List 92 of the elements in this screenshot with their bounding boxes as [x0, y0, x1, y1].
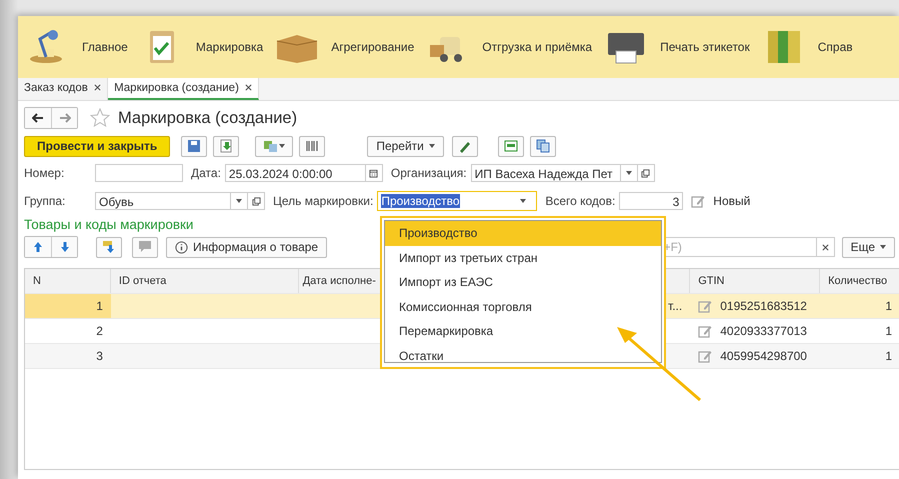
goto-button[interactable]: Перейти [367, 136, 444, 156]
column-header: GTIN [690, 269, 820, 293]
sign-button[interactable] [452, 136, 478, 156]
organization-field[interactable]: ИП Васеха Надежда Пет [470, 164, 621, 182]
date-label: Дата: [191, 166, 221, 180]
purpose-field[interactable]: Производство [377, 191, 538, 211]
group-label: Группа: [24, 194, 66, 208]
section-label[interactable]: Агрегирование [331, 40, 414, 54]
pen-icon [458, 139, 472, 153]
quantity-cell-text: 1 [884, 323, 893, 340]
section-label[interactable]: Маркировка [196, 40, 264, 54]
back-button[interactable] [25, 108, 51, 128]
status-text: Новый [713, 194, 750, 208]
dropdown-button[interactable] [231, 192, 248, 210]
up-arrow-icon [33, 241, 43, 253]
open-button[interactable] [638, 164, 655, 182]
edit-icon [698, 324, 712, 338]
create-based-button[interactable] [255, 136, 294, 156]
caret-icon [626, 171, 632, 175]
barcode-button[interactable] [299, 136, 326, 156]
documents-icon [263, 139, 280, 153]
close-icon [822, 244, 829, 250]
open-window-icon [641, 168, 650, 178]
number-field[interactable] [95, 164, 183, 182]
copy-icon [536, 139, 550, 153]
close-icon[interactable] [94, 84, 102, 91]
speech-bubble-icon [138, 240, 152, 254]
dropdown-option[interactable]: Импорт из третьих стран [385, 246, 661, 270]
caret-icon [428, 144, 435, 148]
section-label[interactable]: Отгрузка и приёмка [482, 40, 592, 54]
form-title: Маркировка (создание) [118, 108, 298, 128]
caret-icon [236, 199, 242, 203]
column-header: N [25, 269, 111, 293]
dropdown-option[interactable]: Комиссионная торговля [385, 294, 661, 319]
dropdown-option[interactable]: Перемаркировка [385, 319, 661, 344]
dropdown-option[interactable]: Производство [385, 221, 661, 246]
down-arrow-icon [60, 241, 70, 253]
caret-icon [279, 144, 286, 148]
calendar-icon [369, 168, 378, 178]
number-label: Номер: [24, 166, 66, 180]
back-arrow-icon [32, 113, 44, 123]
open-window-icon [252, 196, 260, 206]
total-codes-field: 3 [619, 192, 684, 210]
calendar-button[interactable] [366, 164, 383, 182]
comment-button[interactable] [132, 236, 158, 258]
row-number: 1 [25, 294, 111, 318]
section-label[interactable]: Главное [82, 40, 128, 54]
more-button[interactable]: Еще [842, 236, 895, 258]
move-down-button[interactable] [51, 237, 77, 257]
move-up-button[interactable] [25, 237, 51, 257]
section-title: Товары и коды маркировки [24, 217, 194, 232]
forward-arrow-icon [58, 113, 70, 123]
column-header: Количество [820, 269, 899, 293]
quantity-cell-text: 1 [884, 298, 893, 315]
date-field[interactable]: 25.03.2024 0:00:00 [224, 164, 366, 182]
section-label[interactable]: Справ [818, 40, 853, 54]
total-codes-label: Всего кодов: [545, 194, 616, 208]
star-icon[interactable] [90, 108, 110, 128]
caret-icon [880, 245, 886, 249]
table-cell: т... [668, 299, 682, 313]
close-icon[interactable] [245, 84, 252, 91]
dropdown-option[interactable]: Остатки [385, 344, 661, 368]
save-button[interactable] [181, 136, 208, 156]
caret-icon [520, 199, 526, 203]
group-field[interactable]: Обувь [95, 192, 231, 210]
gtin-cell: 4020933377013 [720, 324, 807, 338]
copy-button[interactable] [530, 136, 556, 156]
edit-icon [691, 194, 706, 208]
edit-icon [698, 349, 712, 363]
post-icon-button[interactable] [213, 136, 240, 156]
post-and-close-button[interactable]: Провести и закрыть [24, 136, 170, 156]
report-button[interactable] [498, 136, 524, 156]
gtin-cell: 4059954298700 [720, 349, 807, 363]
info-icon [175, 240, 188, 254]
product-info-button[interactable]: Информация о товаре [166, 236, 328, 258]
dropdown-button[interactable] [620, 164, 638, 182]
quantity-cell-text: 1 [884, 348, 893, 365]
row-number: 2 [95, 323, 104, 340]
report-icon [504, 139, 518, 153]
open-button[interactable] [248, 192, 265, 210]
document-tab[interactable]: Маркировка (создание) [108, 78, 260, 100]
gtin-cell: 0195251683512 [720, 299, 807, 313]
row-number: 3 [95, 348, 104, 365]
purpose-label: Цель маркировки: [273, 194, 374, 208]
fill-down-icon [102, 240, 116, 254]
section-label[interactable]: Печать этикеток [660, 40, 750, 54]
edit-icon [698, 299, 712, 313]
column-header: ID отчета [110, 269, 299, 293]
clear-button[interactable] [816, 237, 835, 257]
organization-label: Организация: [390, 166, 467, 180]
fill-button[interactable] [96, 236, 122, 258]
barcode-icon [305, 139, 320, 153]
